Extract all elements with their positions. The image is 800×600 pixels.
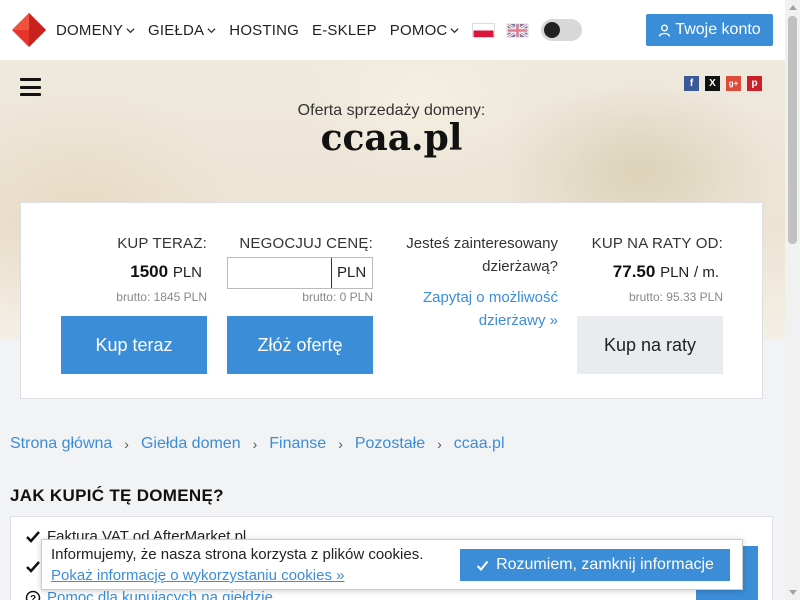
installments-label: KUP NA RATY OD: <box>591 235 723 252</box>
check-icon <box>476 560 489 571</box>
buy-now-button[interactable]: Kup teraz <box>61 316 207 374</box>
chevron-down-icon <box>207 27 216 33</box>
scrollbar-thumb[interactable] <box>788 16 797 244</box>
x-icon[interactable]: X <box>705 76 720 91</box>
chevron-right-icon: › <box>437 436 442 452</box>
lease-inquiry-link[interactable]: Zapytaj o możliwość dzierżawy » <box>377 286 558 332</box>
nav-hosting[interactable]: HOSTING <box>229 22 299 39</box>
negotiate-label: NEGOCJUJ CENĘ: <box>239 235 373 252</box>
account-button[interactable]: Twoje konto <box>646 14 773 46</box>
nav-esklep[interactable]: E-SKLEP <box>312 22 377 39</box>
offer-panel: KUP TERAZ: 1500 PLN brutto: 1845 PLN Kup… <box>20 202 763 399</box>
cookie-notice-text: Informujemy, że nasza strona korzysta z … <box>51 546 424 563</box>
installments-brutto: brutto: 95.33 PLN <box>628 290 723 304</box>
nav-pomoc-label: POMOC <box>389 21 448 39</box>
cookie-accept-label: Rozumiem, zamknij informacje <box>496 556 714 573</box>
aftermarket-logo-icon[interactable] <box>12 9 46 51</box>
menu-hamburger-icon[interactable] <box>20 78 41 96</box>
make-offer-button[interactable]: Złóż ofertę <box>227 316 373 374</box>
page-scrollbar[interactable] <box>785 0 800 600</box>
nav-hosting-label: HOSTING <box>229 21 300 39</box>
check-icon <box>26 561 40 573</box>
chevron-right-icon: › <box>338 436 343 452</box>
help-circle-icon: ? <box>25 590 41 600</box>
pinterest-icon[interactable]: p <box>747 76 762 91</box>
scroll-up-arrow-icon[interactable] <box>789 5 797 10</box>
nav-gielda-label: GIEŁDA <box>148 21 205 39</box>
facebook-icon[interactable]: f <box>684 76 699 91</box>
installments-period: / m. <box>694 264 719 281</box>
negotiate-price-field: PLN <box>227 257 373 289</box>
pl-flag-icon[interactable] <box>472 22 496 38</box>
check-icon <box>26 530 40 543</box>
user-icon <box>659 24 671 37</box>
installments-button[interactable]: Kup na raty <box>577 316 723 374</box>
installments-price-value: 77.50 <box>612 262 656 281</box>
buy-now-price-value: 1500 <box>130 262 169 281</box>
google-plus-icon[interactable]: g+ <box>726 76 741 91</box>
buy-now-label: KUP TERAZ: <box>117 235 207 252</box>
domain-title: ccaa.pl <box>320 117 463 159</box>
breadcrumb-item[interactable]: Finanse <box>269 435 326 453</box>
social-share: f X g+ p <box>678 76 762 91</box>
chevron-right-icon: › <box>124 436 129 452</box>
negotiate-brutto: brutto: 0 PLN <box>302 290 373 304</box>
breadcrumb-item[interactable]: Giełda domen <box>141 435 241 453</box>
installments-currency: PLN <box>660 264 690 281</box>
cookie-notice: Informujemy, że nasza strona korzysta z … <box>41 539 743 590</box>
cookie-info-link[interactable]: Pokaż informację o wykorzystaniu cookies… <box>51 567 344 584</box>
breadcrumb-item[interactable]: Pozostałe <box>355 435 425 453</box>
nav-esklep-label: E-SKLEP <box>312 21 377 39</box>
svg-text:?: ? <box>30 594 36 600</box>
lease-question: Jesteś zainteresowany dzierżawą? <box>406 235 558 275</box>
uk-flag-icon[interactable] <box>506 22 530 38</box>
buy-now-brutto: brutto: 1845 PLN <box>116 290 207 304</box>
nav-domeny[interactable]: DOMENY <box>56 22 135 39</box>
negotiate-currency: PLN <box>337 264 367 281</box>
account-button-label: Twoje konto <box>675 21 761 38</box>
breadcrumb-item[interactable]: ccaa.pl <box>454 435 505 453</box>
top-navigation-bar: DOMENY GIEŁDA HOSTING E-SKLEP POMOC Twoj… <box>0 0 800 60</box>
buy-now-currency: PLN <box>172 264 202 281</box>
nav-domeny-label: DOMENY <box>56 21 124 39</box>
breadcrumb-item[interactable]: Strona główna <box>10 435 112 453</box>
how-to-buy-item-label: Pomoc dla kupujących na giełdzie <box>47 589 273 600</box>
nav-pomoc[interactable]: POMOC <box>390 22 460 39</box>
chevron-down-icon <box>126 27 135 33</box>
nav-gielda[interactable]: GIEŁDA <box>148 22 216 39</box>
installments-price: 77.50 PLN / m. <box>557 262 719 282</box>
chevron-down-icon <box>450 27 460 33</box>
chevron-right-icon: › <box>252 436 258 452</box>
dark-mode-toggle[interactable] <box>541 19 583 41</box>
how-to-buy-heading: JAK KUPIĆ TĘ DOMENĘ? <box>10 486 224 505</box>
main-nav: DOMENY GIEŁDA HOSTING E-SKLEP POMOC <box>56 0 583 60</box>
scroll-down-arrow-icon[interactable] <box>789 590 797 595</box>
breadcrumb: Strona główna › Giełda domen › Finanse ›… <box>10 435 505 453</box>
toggle-knob <box>544 22 561 38</box>
buy-now-price: 1500 PLN <box>61 262 202 282</box>
negotiate-price-input[interactable] <box>228 258 332 288</box>
cookie-accept-button[interactable]: Rozumiem, zamknij informacje <box>460 549 730 581</box>
how-to-buy-item[interactable]: ? Pomoc dla kupujących na giełdzie <box>25 589 273 600</box>
